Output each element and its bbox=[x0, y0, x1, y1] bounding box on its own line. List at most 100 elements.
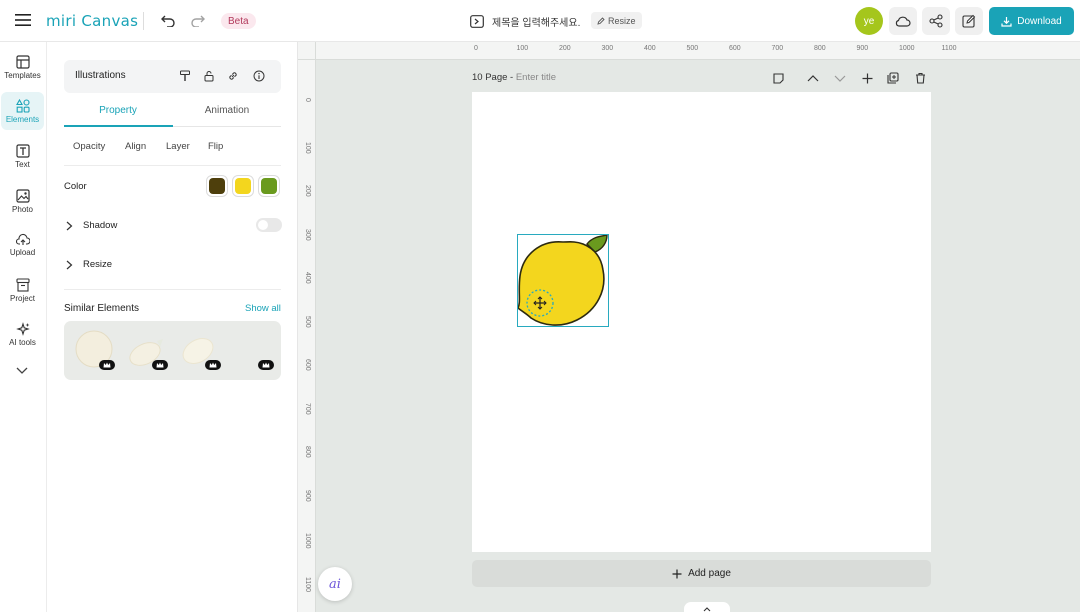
top-bar: miri Canvas Beta 제목을 입력해주세요. Resize ye D… bbox=[0, 0, 1080, 42]
panel-tabs: Property Animation bbox=[64, 100, 281, 127]
document-title[interactable]: 제목을 입력해주세요. bbox=[492, 13, 580, 29]
chevron-up-icon[interactable] bbox=[805, 70, 821, 86]
add-icon bbox=[672, 569, 682, 578]
subtab-layer[interactable]: Layer bbox=[166, 141, 190, 152]
lock-icon[interactable] bbox=[201, 68, 217, 84]
rail-item-photo[interactable]: Photo bbox=[1, 182, 44, 220]
page-note-icon[interactable] bbox=[770, 70, 786, 86]
similar-element-thumb[interactable] bbox=[176, 327, 226, 375]
ruler-tick: 800 bbox=[814, 45, 826, 52]
download-icon bbox=[1001, 16, 1012, 27]
ruler-tick: 500 bbox=[304, 315, 311, 328]
similar-elements-list bbox=[64, 321, 281, 380]
rail-item-upload[interactable]: Upload bbox=[1, 226, 44, 264]
info-icon[interactable] bbox=[251, 68, 267, 84]
rail-item-project[interactable]: Project bbox=[1, 271, 44, 309]
chevron-right-icon[interactable] bbox=[66, 220, 76, 231]
template-icon bbox=[15, 54, 30, 69]
ruler-tick: 500 bbox=[686, 45, 699, 52]
trash-icon[interactable] bbox=[912, 70, 928, 86]
chevron-down-icon[interactable] bbox=[12, 360, 32, 380]
property-subtabs: Opacity Align Layer Flip bbox=[64, 140, 281, 166]
format-paint-icon[interactable] bbox=[177, 68, 193, 84]
download-label: Download bbox=[1017, 15, 1062, 27]
redo-icon[interactable] bbox=[188, 11, 208, 31]
premium-crown-icon bbox=[152, 360, 168, 370]
rail-item-templates[interactable]: Templates bbox=[1, 48, 44, 86]
color-label: Color bbox=[64, 181, 87, 192]
premium-crown-icon bbox=[258, 360, 274, 370]
similar-element-thumb[interactable] bbox=[229, 327, 279, 375]
color-swatch-green[interactable] bbox=[258, 175, 280, 197]
folder-move-icon[interactable] bbox=[468, 11, 486, 31]
undo-icon[interactable] bbox=[158, 11, 178, 31]
duplicate-icon[interactable] bbox=[885, 70, 901, 86]
text-icon bbox=[15, 143, 30, 158]
element-header: Illustrations bbox=[64, 60, 281, 93]
beta-badge: Beta bbox=[221, 13, 256, 29]
selection-box[interactable] bbox=[517, 234, 609, 327]
ruler-tick: 1000 bbox=[304, 533, 311, 549]
ruler-corner bbox=[298, 42, 316, 60]
rail-item-elements[interactable]: Elements bbox=[1, 92, 44, 130]
upload-icon bbox=[15, 233, 30, 245]
chevron-right-icon[interactable] bbox=[66, 259, 76, 270]
canvas-area: 0 100 200 300 400 500 600 700 800 900 1000 1100 0 10… bbox=[298, 42, 1080, 612]
tab-property[interactable]: Property bbox=[64, 105, 172, 116]
add-icon[interactable] bbox=[859, 70, 875, 86]
rail-label: AI tools bbox=[9, 337, 36, 347]
ai-assistant-button[interactable]: ai bbox=[318, 567, 352, 601]
ruler-tick: 1000 bbox=[899, 45, 915, 52]
divider bbox=[64, 289, 281, 290]
ruler-tick: 200 bbox=[304, 185, 311, 197]
left-rail: Templates Elements Text Photo Upload Pro… bbox=[0, 42, 47, 612]
subtab-opacity[interactable]: Opacity bbox=[73, 141, 105, 152]
rail-label: Project bbox=[10, 293, 35, 303]
subtab-flip[interactable]: Flip bbox=[208, 141, 223, 152]
color-swatch-yellow[interactable] bbox=[232, 175, 254, 197]
rail-label: Templates bbox=[4, 70, 41, 80]
ruler-tick: 700 bbox=[771, 45, 784, 52]
resize-section-label[interactable]: Resize bbox=[83, 259, 112, 270]
chevron-down-icon[interactable] bbox=[832, 70, 848, 86]
ruler-tick: 600 bbox=[304, 359, 311, 371]
page-panel-toggle[interactable] bbox=[684, 602, 730, 612]
ruler-tick: 0 bbox=[474, 45, 478, 52]
resize-label: Resize bbox=[608, 15, 636, 26]
ruler-tick: 100 bbox=[304, 141, 311, 154]
menu-icon[interactable] bbox=[13, 10, 33, 30]
divider bbox=[143, 12, 144, 30]
ruler-tick: 400 bbox=[304, 272, 311, 284]
feedback-button[interactable] bbox=[955, 7, 983, 35]
page-label: 10 Page - Enter title bbox=[472, 72, 556, 83]
show-all-link[interactable]: Show all bbox=[245, 303, 281, 314]
ruler-tick: 800 bbox=[304, 446, 311, 458]
link-icon[interactable] bbox=[225, 68, 241, 84]
ruler-tick: 400 bbox=[644, 45, 656, 52]
share-button[interactable] bbox=[922, 7, 950, 35]
photo-icon bbox=[15, 188, 30, 203]
download-button[interactable]: Download bbox=[989, 7, 1074, 35]
ruler-tick: 300 bbox=[304, 228, 311, 241]
rail-label: Text bbox=[15, 159, 30, 169]
avatar[interactable]: ye bbox=[855, 7, 883, 35]
swatch-fill bbox=[209, 178, 225, 194]
add-page-label: Add page bbox=[688, 568, 731, 579]
subtab-align[interactable]: Align bbox=[125, 141, 146, 152]
tab-animation[interactable]: Animation bbox=[173, 105, 281, 116]
resize-button[interactable]: Resize bbox=[591, 12, 642, 29]
ruler-tick: 900 bbox=[856, 45, 869, 52]
ruler-tick: 200 bbox=[559, 45, 571, 52]
logo[interactable]: miri Canvas bbox=[46, 11, 138, 31]
add-page-button[interactable]: Add page bbox=[472, 560, 931, 587]
shadow-toggle[interactable] bbox=[256, 218, 282, 232]
similar-element-thumb[interactable] bbox=[70, 327, 120, 375]
page-title-input[interactable]: Enter title bbox=[516, 72, 556, 83]
cloud-save-button[interactable] bbox=[889, 7, 917, 35]
rail-item-ai-tools[interactable]: AI tools bbox=[1, 315, 44, 353]
shadow-label[interactable]: Shadow bbox=[83, 220, 117, 231]
rail-item-text[interactable]: Text bbox=[1, 137, 44, 175]
similar-element-thumb[interactable] bbox=[123, 327, 173, 375]
color-swatch-brown[interactable] bbox=[206, 175, 228, 197]
design-page[interactable] bbox=[472, 92, 931, 552]
